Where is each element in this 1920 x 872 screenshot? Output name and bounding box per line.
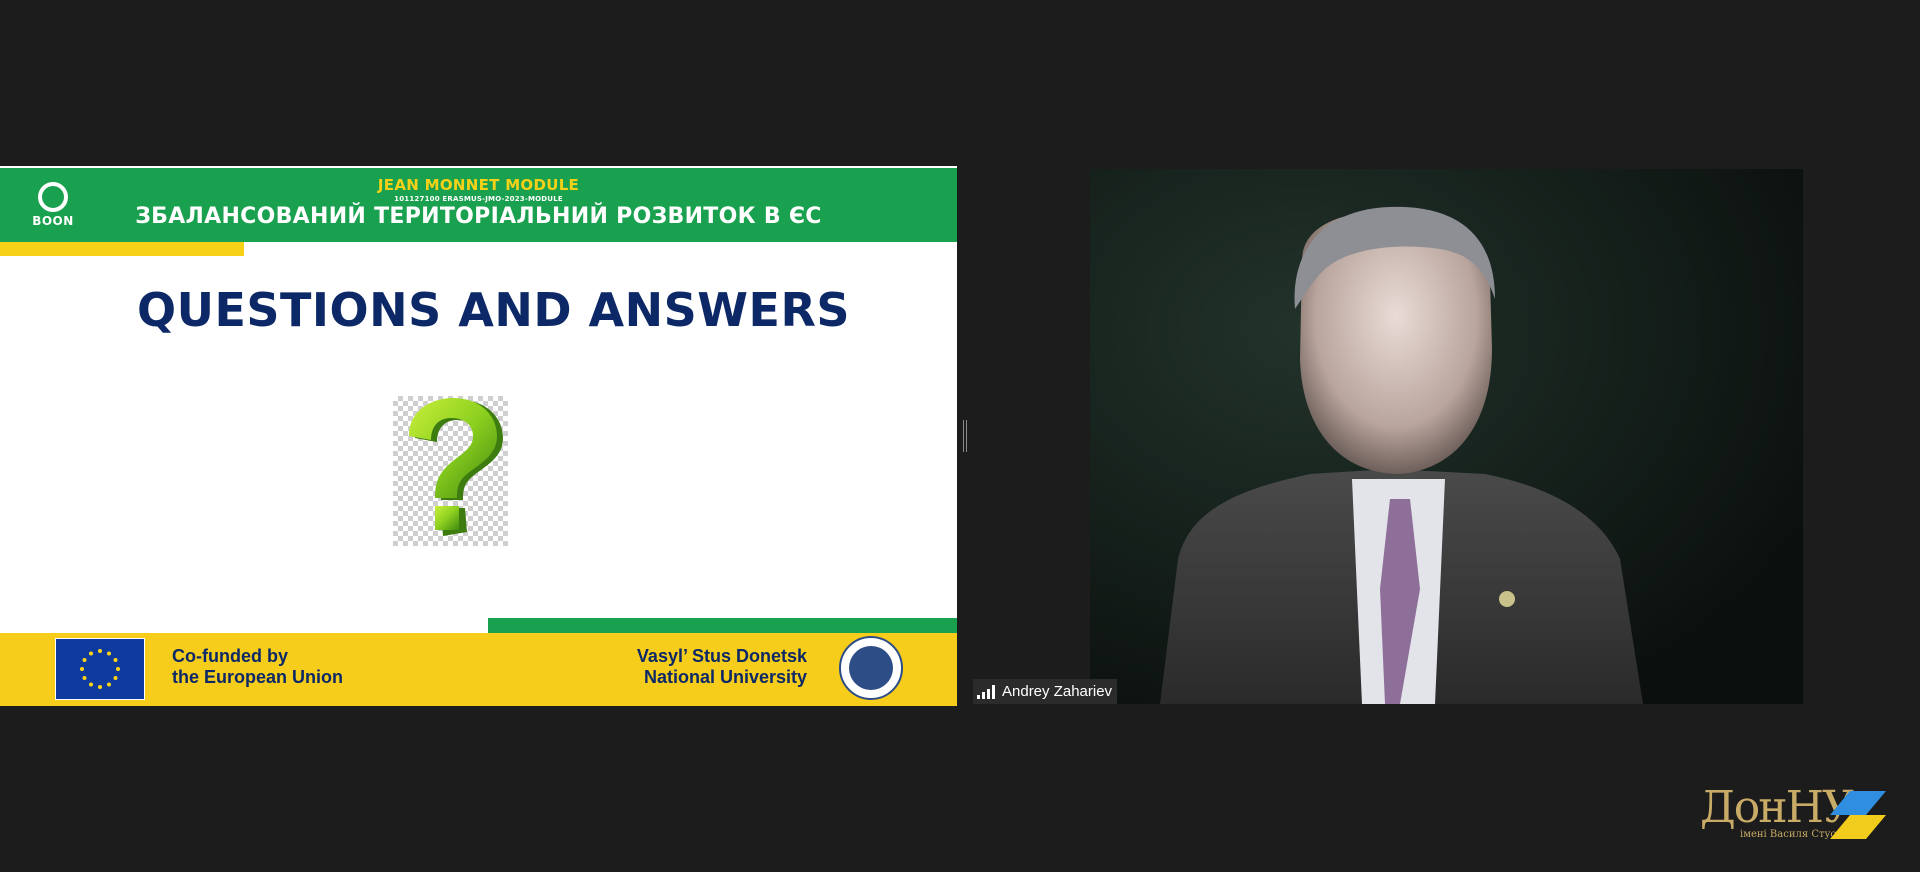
- slide-footer: Co-funded by the European Union Vasyl’ S…: [0, 633, 957, 706]
- yellow-accent-strip: [0, 242, 244, 256]
- university-line2: National University: [643, 667, 807, 687]
- university-name: Vasyl’ Stus Donetsk National University: [637, 646, 807, 688]
- slide-heading: QUESTIONS AND ANSWERS: [137, 283, 850, 337]
- shared-screen-slide: BOON JEAN MONNET MODULE 101127100 ERASMU…: [0, 166, 957, 706]
- participant-video[interactable]: [1090, 169, 1803, 704]
- module-title: JEAN MONNET MODULE: [377, 176, 580, 194]
- watermark-text: ДонНУ: [1700, 782, 1854, 833]
- slide-header: BOON JEAN MONNET MODULE 101127100 ERASMU…: [0, 168, 957, 242]
- question-mark-icon: [393, 396, 508, 546]
- eu-flag-icon: [55, 638, 145, 700]
- module-name: ЗБАЛАНСОВАНИЙ ТЕРИТОРІАЛЬНИЙ РОЗВИТОК В …: [135, 204, 822, 229]
- cofunded-line2: the European Union: [172, 667, 343, 687]
- module-code: 101127100 ERASMUS-JMO-2023-MODULE: [394, 195, 563, 203]
- university-line1: Vasyl’ Stus Donetsk: [636, 646, 807, 666]
- university-seal-icon: [839, 636, 903, 700]
- panel-splitter-handle[interactable]: [963, 420, 967, 452]
- signal-strength-icon: [977, 684, 995, 699]
- green-accent-bar: [488, 618, 957, 633]
- donnu-watermark-logo: ДонНУ імені Василя Стуса: [1700, 785, 1890, 843]
- watermark-subtext: імені Василя Стуса: [1740, 829, 1842, 840]
- cofunded-line1: Co-funded by: [172, 646, 288, 666]
- participant-name-tag: Andrey Zahariev: [973, 679, 1118, 704]
- participant-name: Andrey Zahariev: [1002, 683, 1113, 700]
- cofunded-text: Co-funded by the European Union: [172, 646, 343, 688]
- ukraine-flag-stripe-icon: [1830, 791, 1886, 839]
